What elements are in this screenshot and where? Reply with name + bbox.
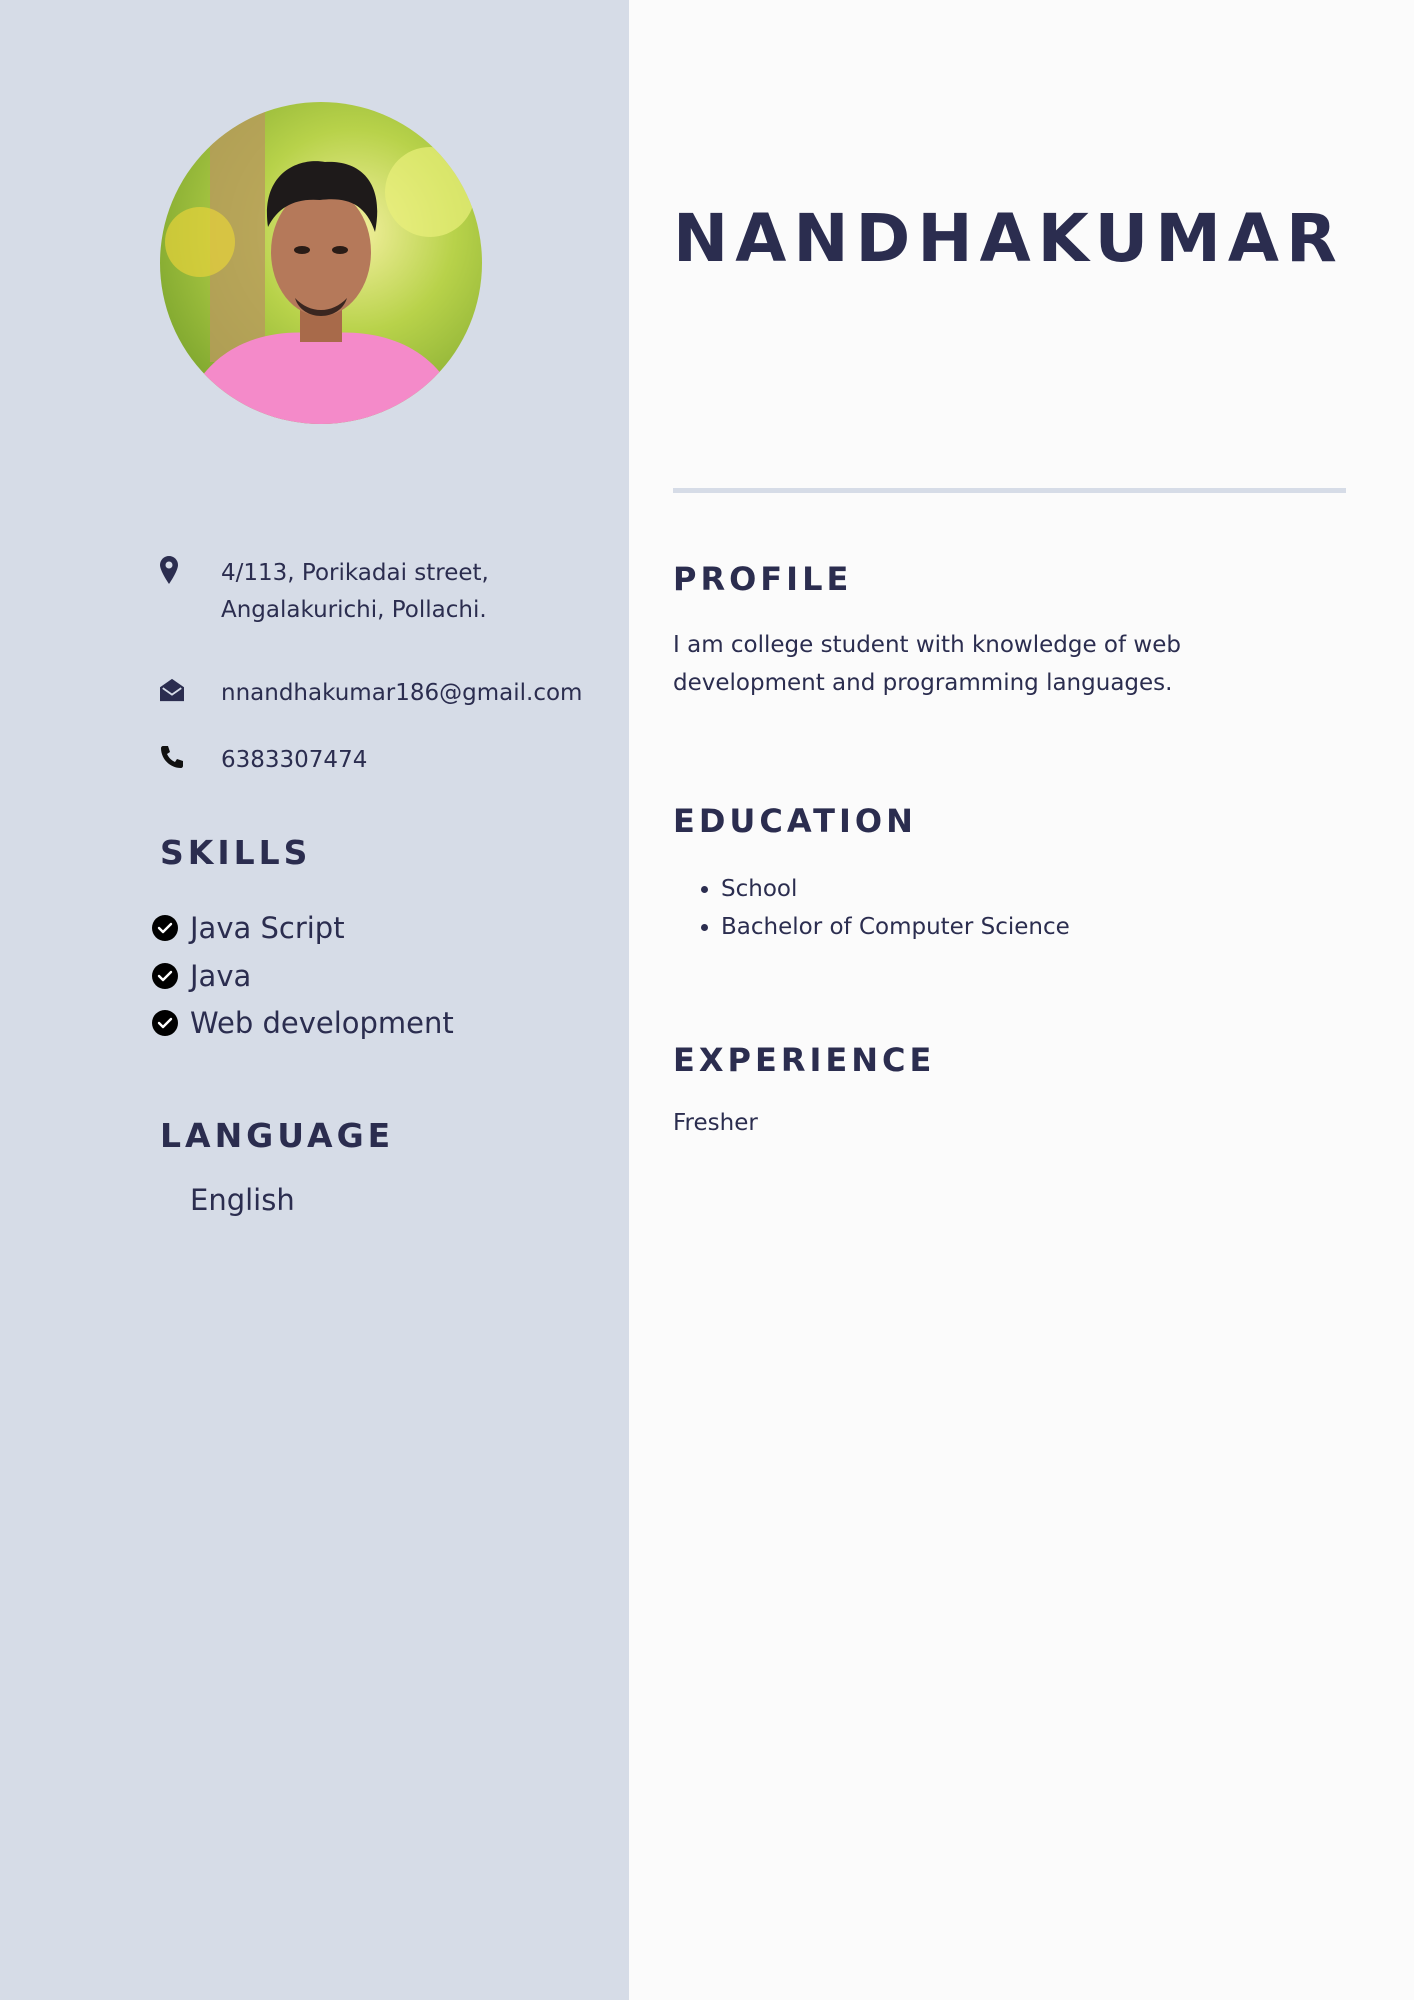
email-link[interactable]: nnandhakumar186@gmail.com [221,675,582,712]
contact-email: nnandhakumar186@gmail.com [160,675,582,712]
profile-text: I am college student with knowledge of w… [673,632,1181,696]
experience-text: Fresher [673,1110,758,1136]
skill-label: Java [190,959,252,993]
language-heading: LANGUAGE [160,1116,395,1155]
address-text: 4/113, Porikadai street, Angalakurichi, … [221,560,489,623]
resume-page: 4/113, Porikadai street, Angalakurichi, … [0,0,1414,2000]
education-heading: EDUCATION [673,802,917,840]
phone-text: 6383307474 [221,747,368,773]
check-circle-icon [152,963,178,989]
list-item: School [673,870,1070,908]
check-circle-icon [152,915,178,941]
phone-icon [160,742,184,772]
skill-item: Java [152,959,251,993]
page-title: NANDHAKUMAR [673,200,1344,277]
bullet-icon [701,923,708,931]
education-list: School Bachelor of Computer Science [673,870,1070,946]
skills-heading: SKILLS [160,833,312,872]
envelope-icon [160,675,184,705]
contact-phone: 6383307474 [160,742,367,779]
language-item: English [190,1183,295,1217]
divider [673,488,1346,493]
skill-label: Web development [190,1006,454,1040]
sidebar: 4/113, Porikadai street, Angalakurichi, … [0,0,629,2000]
profile-photo [160,102,482,424]
list-item: Bachelor of Computer Science [673,908,1070,946]
skill-item: Web development [152,1006,454,1040]
experience-heading: EXPERIENCE [673,1041,936,1079]
check-circle-icon [152,1010,178,1036]
skill-label: Java Script [190,911,345,945]
main-content [629,0,1414,2000]
education-label: School [721,876,798,902]
skill-item: Java Script [152,911,345,945]
education-label: Bachelor of Computer Science [721,914,1070,940]
contact-address: 4/113, Porikadai street, Angalakurichi, … [160,555,489,629]
bullet-icon [701,885,708,893]
profile-heading: PROFILE [673,560,853,598]
location-pin-icon [160,555,184,585]
